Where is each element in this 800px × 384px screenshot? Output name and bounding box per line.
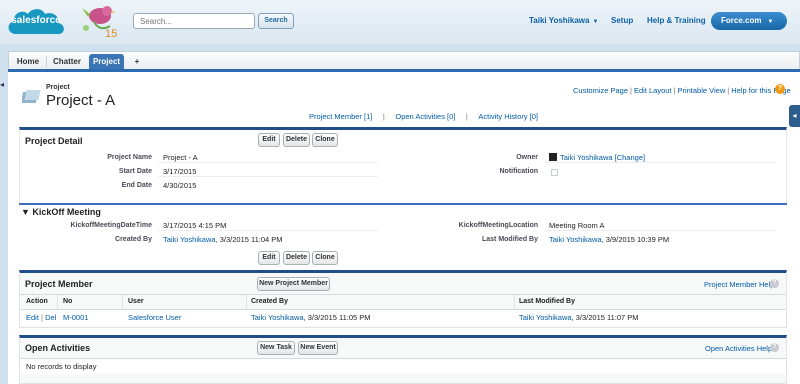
field-label: Created By [115, 236, 152, 243]
row-user: Salesforce User [128, 313, 181, 322]
search-input[interactable] [133, 13, 255, 29]
page-links: Customize Page | Edit Layout | Printable Vie… [573, 86, 791, 95]
help-question-icon[interactable]: ? [770, 343, 779, 352]
row-modified-by: Taiki Yoshikawa, 3/3/2015 11:07 PM [519, 313, 639, 322]
column-header[interactable]: No [63, 298, 72, 305]
row-created-by: Taiki Yoshikawa, 3/3/2015 11:05 PM [251, 313, 371, 322]
project-member-hover-link[interactable]: Project Member [1] [309, 112, 372, 121]
customize-page-link[interactable]: Customize Page [573, 86, 628, 95]
chevron-down-icon: ▼ [767, 19, 774, 25]
member-user-link[interactable]: Salesforce User [128, 313, 181, 322]
field-label: Start Date [118, 168, 152, 175]
sidebar-collapse-handle[interactable]: ◂ [789, 105, 800, 127]
empty-message: No records to display [26, 362, 97, 371]
open-activities-help-link[interactable]: Open Activities Help [705, 344, 772, 353]
field-label: KickoffMeetingDateTime [70, 222, 152, 229]
row-modified-by-link[interactable]: Taiki Yoshikawa [519, 313, 572, 322]
global-header: salesforce 15 Search Taiki Yoshikawa▼ Se… [0, 0, 800, 44]
project-member-help-link[interactable]: Project Member Help [704, 280, 774, 289]
tab-add[interactable]: + [128, 54, 146, 70]
owner-link[interactable]: Taiki Yoshikawa [560, 153, 613, 162]
edit-layout-link[interactable]: Edit Layout [634, 86, 672, 95]
start-date-value: 3/17/2015 [163, 167, 197, 176]
change-owner-link[interactable]: [Change] [615, 153, 645, 162]
activity-history-hover-link[interactable]: Activity History [0] [478, 112, 538, 121]
kickoff-datetime-value: 3/17/2015 4:15 PM [163, 221, 227, 230]
field-label: KickoffMeetingLocation [458, 222, 538, 229]
kickoff-location-value: Meeting Room A [549, 221, 605, 230]
field-label: Last Modified By [481, 236, 538, 243]
new-project-member-button[interactable]: New Project Member [257, 277, 330, 291]
tab-project[interactable]: Project [89, 54, 124, 70]
collapse-triangle-icon: ▼ [21, 207, 33, 217]
section-title: Project Detail [25, 136, 83, 146]
help-training-link[interactable]: Help & Training [647, 16, 706, 25]
row-no: M-0001 [63, 313, 88, 322]
modified-by-value: Taiki Yoshikawa, 3/9/2015 10:39 PM [549, 235, 670, 244]
row-del-link[interactable]: Del [45, 313, 56, 322]
setup-link[interactable]: Setup [611, 16, 633, 25]
column-header[interactable]: User [128, 298, 144, 305]
clone-button[interactable]: Clone [312, 133, 338, 147]
empty-row [20, 358, 786, 374]
row-created-by-link[interactable]: Taiki Yoshikawa [251, 313, 304, 322]
tab-chatter[interactable]: Chatter [47, 54, 87, 70]
app-menu-button[interactable]: Force.com ▼ [711, 12, 787, 30]
section-divider [19, 203, 787, 205]
svg-text:15: 15 [105, 28, 117, 40]
created-by-value: Taiki Yoshikawa, 3/3/2015 11:04 PM [163, 235, 283, 244]
printable-view-link[interactable]: Printable View [677, 86, 725, 95]
help-question-icon[interactable]: ? [770, 279, 779, 288]
tab-home[interactable]: Home [11, 54, 45, 70]
member-record-link[interactable]: M-0001 [63, 313, 88, 322]
field-label: Owner [516, 154, 538, 161]
kickoff-section-header[interactable]: ▼ KickOff Meeting [21, 207, 101, 217]
spring-release-bird-icon: 15 [80, 2, 122, 40]
record-type: Project [46, 84, 70, 91]
edit-button[interactable]: Edit [258, 251, 280, 265]
edit-button[interactable]: Edit [258, 133, 280, 147]
project-name-value: Project - A [163, 153, 198, 162]
column-header[interactable]: Last Modified By [519, 298, 575, 305]
tab-bar: Home Chatter Project + [8, 51, 800, 70]
related-list-title: Project Member [25, 279, 93, 289]
created-by-link[interactable]: Taiki Yoshikawa [163, 235, 216, 244]
owner-value: Taiki Yoshikawa [Change] [560, 153, 645, 162]
field-label: End Date [121, 182, 152, 189]
row-actions: Edit | Del [26, 313, 57, 322]
salesforce-logo[interactable]: salesforce [4, 4, 68, 40]
page-title: Project - A [46, 92, 116, 109]
search-button[interactable]: Search [258, 13, 294, 29]
row-edit-link[interactable]: Edit [26, 313, 39, 322]
help-icon[interactable]: ? [775, 84, 785, 94]
related-list-title: Open Activities [25, 343, 91, 353]
field-label: Project Name [107, 154, 152, 161]
new-event-button[interactable]: New Event [298, 341, 338, 355]
open-activities-hover-link[interactable]: Open Activities [0] [395, 112, 455, 121]
related-list-links: Project Member [1] | Open Activities [0] | A… [309, 112, 538, 121]
modified-by-link[interactable]: Taiki Yoshikawa [549, 235, 602, 244]
delete-button[interactable]: Delete [283, 133, 310, 147]
sidebar-expand-icon[interactable]: ◂ [0, 80, 7, 92]
project-icon [20, 88, 42, 106]
column-header[interactable]: Created By [251, 298, 288, 305]
delete-button[interactable]: Delete [283, 251, 310, 265]
field-label: Notification [499, 168, 539, 175]
new-task-button[interactable]: New Task [257, 341, 295, 355]
column-header: Action [26, 298, 48, 305]
notification-checkbox [551, 169, 558, 176]
user-menu[interactable]: Taiki Yoshikawa ▼ [529, 16, 598, 25]
end-date-value: 4/30/2015 [163, 181, 197, 190]
clone-button[interactable]: Clone [312, 251, 338, 265]
chevron-down-icon: ▼ [592, 19, 599, 25]
project-detail-section [19, 127, 787, 203]
user-photo-icon [549, 153, 557, 161]
